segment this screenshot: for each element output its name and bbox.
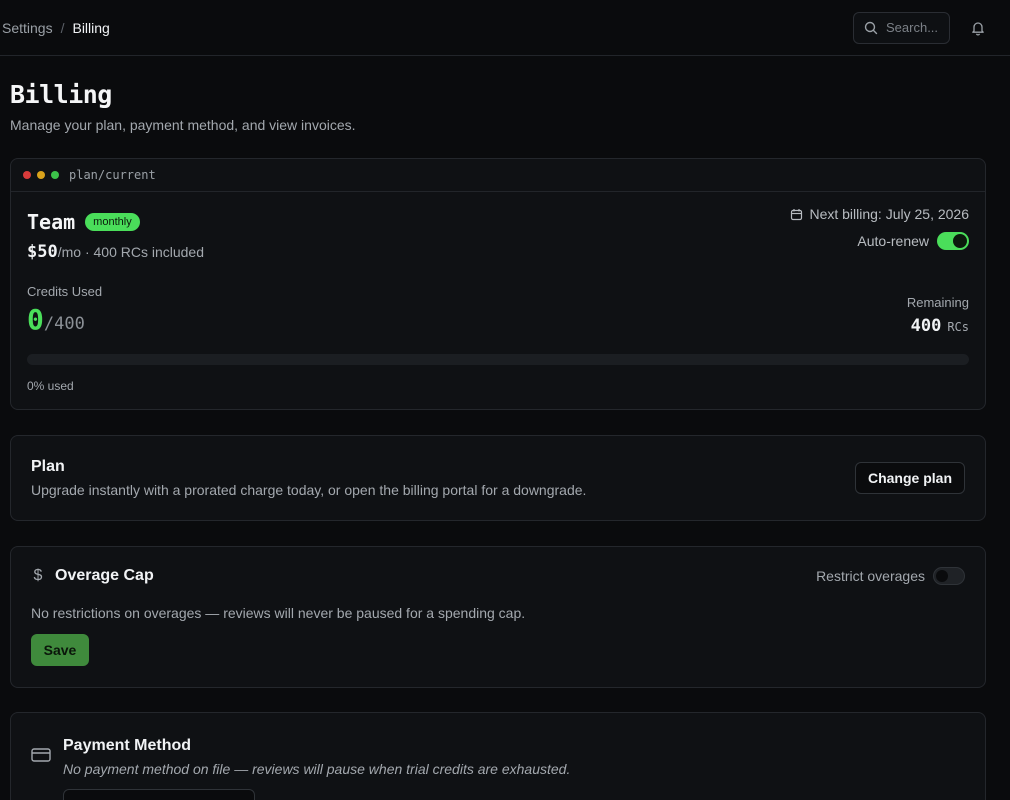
next-billing-text: Next billing: July 25, 2026 [809, 206, 969, 222]
restrict-overages-toggle[interactable] [933, 567, 965, 585]
terminal-header: plan/current [11, 159, 985, 192]
search-box[interactable]: Search... [853, 11, 950, 44]
change-plan-button[interactable]: Change plan [854, 462, 965, 494]
toggle-knob [953, 234, 967, 248]
breadcrumb-separator: / [60, 19, 65, 36]
remaining-value: 400 [910, 316, 942, 336]
credits-used-label: Credits Used [27, 284, 103, 299]
search-placeholder: Search... [886, 20, 939, 35]
breadcrumb-settings-link[interactable]: Settings [2, 20, 53, 36]
billing-cycle-badge: monthly [85, 213, 140, 231]
breadcrumb: Settings / Billing [2, 20, 110, 36]
usage-percent: 0% used [27, 379, 74, 393]
restrict-overages-label: Restrict overages [816, 568, 925, 584]
overage-description: No restrictions on overages — reviews wi… [31, 605, 526, 621]
bell-icon [972, 21, 984, 35]
current-plan-card: plan/current Team monthly $50/mo · 400 R… [10, 158, 986, 410]
overage-cap-section: $ Overage Cap Restrict overages No restr… [10, 546, 986, 688]
page-subtitle: Manage your plan, payment method, and vi… [10, 117, 356, 133]
price-row: $50/mo · 400 RCs included [27, 242, 204, 262]
add-payment-method-button[interactable] [63, 789, 255, 800]
auto-renew-label: Auto-renew [857, 233, 929, 249]
next-billing: Next billing: July 25, 2026 [790, 206, 969, 222]
plan-section-description: Upgrade instantly with a prorated charge… [31, 482, 587, 498]
toggle-knob [936, 570, 948, 582]
usage-progress-bar [27, 354, 969, 365]
payment-method-description: No payment method on file — reviews will… [63, 761, 571, 777]
overage-title: Overage Cap [55, 567, 154, 584]
payment-method-section: Payment Method No payment method on file… [10, 712, 986, 800]
top-bar: Settings / Billing Search... [0, 0, 1010, 56]
save-button[interactable]: Save [31, 634, 89, 666]
dollar-icon: $ [33, 567, 43, 584]
remaining-unit: RCs [947, 320, 969, 334]
search-icon [864, 21, 878, 34]
credits-total: /400 [43, 314, 85, 334]
notifications-button[interactable] [968, 18, 988, 38]
plan-price: $50 [27, 242, 58, 262]
remaining-label: Remaining [906, 295, 969, 310]
window-dot-green [51, 171, 59, 179]
terminal-path: plan/current [69, 168, 156, 182]
credit-card-icon [31, 748, 51, 762]
calendar-icon [791, 208, 803, 220]
window-dot-red [23, 171, 31, 179]
auto-renew-toggle[interactable] [937, 232, 969, 250]
plan-section: Plan Upgrade instantly with a prorated c… [10, 435, 986, 521]
breadcrumb-current: Billing [72, 19, 110, 36]
payment-method-title: Payment Method [63, 737, 192, 754]
plan-section-title: Plan [31, 458, 65, 475]
plan-name: Team [27, 210, 76, 234]
plan-price-suffix: /mo · 400 RCs included [57, 244, 205, 260]
page-title: Billing [10, 80, 112, 109]
window-dot-yellow [37, 171, 45, 179]
credits-used-value: 0 [27, 303, 44, 336]
